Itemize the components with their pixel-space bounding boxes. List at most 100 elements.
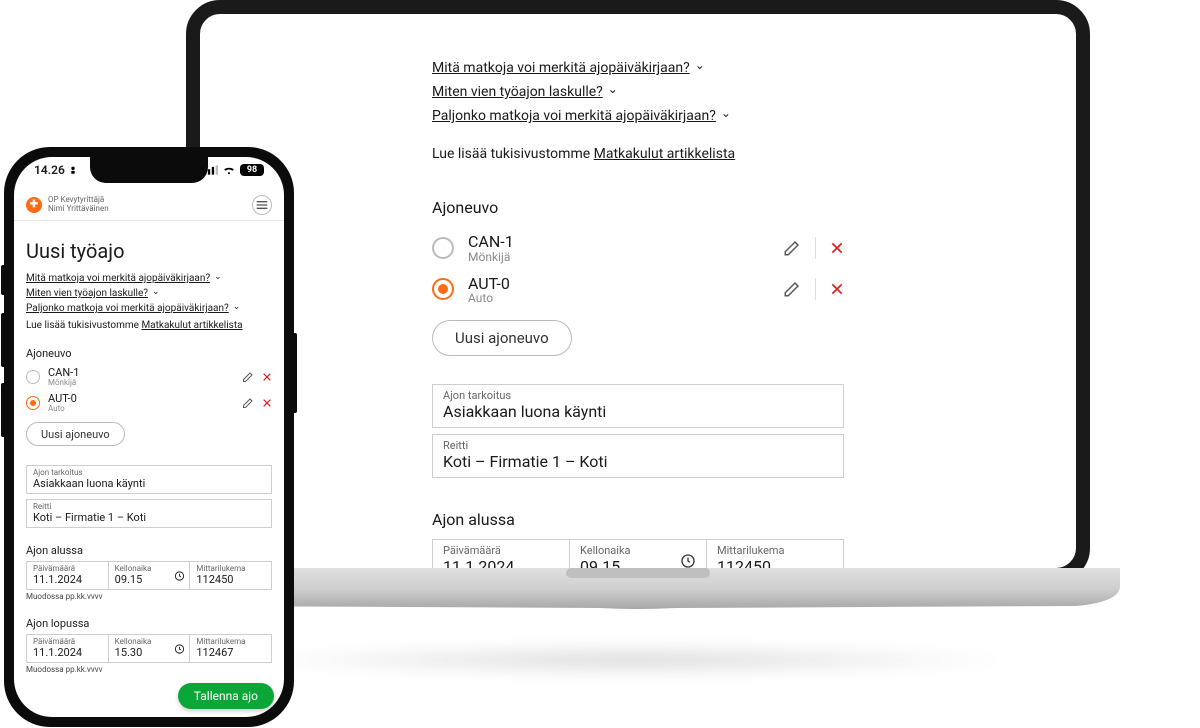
page-title: Uusi työajo [26, 239, 272, 263]
start-odo-label-m: Mittarilukema [190, 562, 271, 573]
start-helper-m: Muodossa pp.kk.vvvv [26, 592, 272, 601]
save-button[interactable]: Tallenna ajo [178, 683, 274, 709]
vehicle-info-1: AUT-0 Auto [468, 275, 783, 305]
app-header-text: OP Kevytyrittäjä Nimi Yrittäväinen [48, 196, 109, 214]
vehicle-row-1-m[interactable]: AUT-0Auto [26, 390, 272, 416]
vehicle-delete-1[interactable] [830, 282, 844, 296]
route-label-m: Reitti [27, 500, 271, 511]
start-heading-m: Ajon alussa [26, 544, 272, 557]
vehicle-edit-0-m[interactable] [242, 371, 254, 383]
new-vehicle-button-m[interactable]: Uusi ajoneuvo [26, 422, 125, 446]
start-date-value-m[interactable]: 11.1.2024 [27, 573, 108, 589]
status-time: 14.26 [34, 163, 65, 177]
end-odo-value-m[interactable]: 112467 [190, 646, 271, 662]
faq-links-mobile: Mitä matkoja voi merkitä ajopäiväkirjaan… [26, 271, 272, 331]
end-heading-m: Ajon lopussa [26, 617, 272, 630]
vehicle-kind-0-m: Mönkijä [48, 379, 242, 387]
app-header: ✚ OP Kevytyrittäjä Nimi Yrittäväinen [14, 189, 284, 221]
start-heading: Ajon alussa [432, 510, 844, 529]
vehicle-edit-1[interactable] [783, 280, 801, 298]
start-row-m: Päivämäärä11.1.2024 Kellonaika09.15 Mitt… [26, 561, 272, 590]
clock-icon [680, 553, 696, 569]
hamburger-icon [256, 200, 268, 210]
phone-screen: 14.26 98 ✚ OP Kevytyrittäjä Nimi Yrittäv… [14, 157, 284, 717]
vehicle-plate-0-m: CAN-1 [48, 367, 242, 379]
vehicle-actions-separator [815, 278, 816, 300]
start-date-field-m[interactable]: Päivämäärä11.1.2024 [27, 562, 109, 589]
vehicle-actions-separator [815, 237, 816, 259]
vehicle-radio-1-m[interactable] [26, 396, 40, 410]
battery-indicator: 98 [240, 164, 264, 176]
status-bar: 14.26 98 [14, 163, 284, 177]
vehicle-radio-0[interactable] [432, 237, 454, 259]
faq-link-3-m[interactable]: Paljonko matkoja voi merkitä ajopäiväkir… [26, 303, 229, 314]
vehicle-row-0-m[interactable]: CAN-1Mönkijä [26, 364, 272, 390]
end-date-field-m[interactable]: Päivämäärä11.1.2024 [27, 635, 109, 662]
vehicle-row-1[interactable]: AUT-0 Auto [432, 269, 844, 311]
vehicle-delete-0[interactable] [830, 241, 844, 255]
location-icon [68, 165, 78, 175]
vehicle-radio-1[interactable] [432, 278, 454, 300]
vehicle-plate-1-m: AUT-0 [48, 393, 242, 405]
start-odo-value-m[interactable]: 112450 [190, 573, 271, 589]
purpose-value[interactable]: Asiakkaan luona käynti [433, 402, 843, 427]
end-date-label-m: Päivämäärä [27, 635, 108, 646]
start-date-label: Päivämäärä [433, 540, 569, 557]
faq-link-1-m[interactable]: Mitä matkoja voi merkitä ajopäiväkirjaan… [26, 273, 210, 284]
clock-icon [174, 643, 185, 654]
route-field-m[interactable]: Reitti Koti – Firmatie 1 – Koti [26, 499, 272, 528]
faq-link-1[interactable]: Mitä matkoja voi merkitä ajopäiväkirjaan… [432, 60, 690, 76]
end-helper-m: Muodossa pp.kk.vvvv [26, 665, 272, 674]
faq-link-3[interactable]: Paljonko matkoja voi merkitä ajopäiväkir… [432, 108, 716, 124]
vehicle-info-0: CAN-1 Mönkijä [468, 233, 783, 263]
phone-frame: 14.26 98 ✚ OP Kevytyrittäjä Nimi Yrittäv… [4, 147, 294, 727]
new-vehicle-button[interactable]: Uusi ajoneuvo [432, 320, 572, 356]
route-field[interactable]: Reitti Koti – Firmatie 1 – Koti [432, 434, 844, 478]
vehicle-heading-m: Ajoneuvo [26, 347, 272, 360]
faq-links: Mitä matkoja voi merkitä ajopäiväkirjaan… [432, 58, 844, 166]
route-label: Reitti [433, 435, 843, 452]
faq-more-link-m[interactable]: Matkakulut artikkelista [141, 320, 242, 331]
vehicle-delete-1-m[interactable] [262, 398, 272, 408]
vehicle-kind-1: Auto [468, 292, 783, 304]
vehicle-heading: Ajoneuvo [432, 198, 844, 217]
start-odo-label: Mittarilukema [707, 540, 843, 557]
mobile-app-viewport: Uusi työajo Mitä matkoja voi merkitä ajo… [14, 223, 284, 717]
start-time-field-m[interactable]: Kellonaika09.15 [109, 562, 191, 589]
start-date-label-m: Päivämäärä [27, 562, 108, 573]
wifi-icon [222, 165, 236, 175]
macbook-frame: Mitä matkoja voi merkitä ajopäiväkirjaan… [186, 0, 1090, 582]
faq-more-prefix: Lue lisää tukisivustomme [432, 146, 594, 162]
vehicle-radio-0-m[interactable] [26, 370, 40, 384]
purpose-value-m[interactable]: Asiakkaan luona käynti [27, 477, 271, 493]
menu-button[interactable] [252, 195, 272, 215]
purpose-field-m[interactable]: Ajon tarkoitus Asiakkaan luona käynti [26, 465, 272, 494]
purpose-field[interactable]: Ajon tarkoitus Asiakkaan luona käynti [432, 384, 844, 428]
vehicle-edit-1-m[interactable] [242, 397, 254, 409]
faq-link-2-m[interactable]: Miten vien työajon laskulle? [26, 288, 148, 299]
faq-more-link[interactable]: Matkakulut artikkelista [594, 146, 736, 162]
brand-logo-icon: ✚ [26, 197, 42, 213]
vehicle-edit-0[interactable] [783, 239, 801, 257]
purpose-label: Ajon tarkoitus [433, 385, 843, 402]
desktop-app-viewport: Mitä matkoja voi merkitä ajopäiväkirjaan… [202, 16, 1074, 566]
vehicle-plate-1: AUT-0 [468, 275, 783, 293]
end-date-value-m[interactable]: 11.1.2024 [27, 646, 108, 662]
macbook-base [156, 568, 1120, 628]
faq-link-2[interactable]: Miten vien työajon laskulle? [432, 84, 603, 100]
vehicle-kind-1-m: Auto [48, 405, 242, 413]
purpose-label-m: Ajon tarkoitus [27, 466, 271, 477]
route-value-m[interactable]: Koti – Firmatie 1 – Koti [27, 511, 271, 527]
vehicle-plate-0: CAN-1 [468, 233, 783, 251]
route-value[interactable]: Koti – Firmatie 1 – Koti [433, 452, 843, 477]
battery-value: 98 [240, 164, 264, 176]
faq-more-prefix-m: Lue lisää tukisivustomme [26, 320, 141, 331]
end-odo-field-m[interactable]: Mittarilukema112467 [190, 635, 271, 662]
end-time-field-m[interactable]: Kellonaika15.30 [109, 635, 191, 662]
vehicle-row-0[interactable]: CAN-1 Mönkijä [432, 227, 844, 269]
clock-icon [174, 570, 185, 581]
vehicle-delete-0-m[interactable] [262, 372, 272, 382]
end-row-m: Päivämäärä11.1.2024 Kellonaika15.30 Mitt… [26, 634, 272, 663]
end-odo-label-m: Mittarilukema [190, 635, 271, 646]
start-odo-field-m[interactable]: Mittarilukema112450 [190, 562, 271, 589]
